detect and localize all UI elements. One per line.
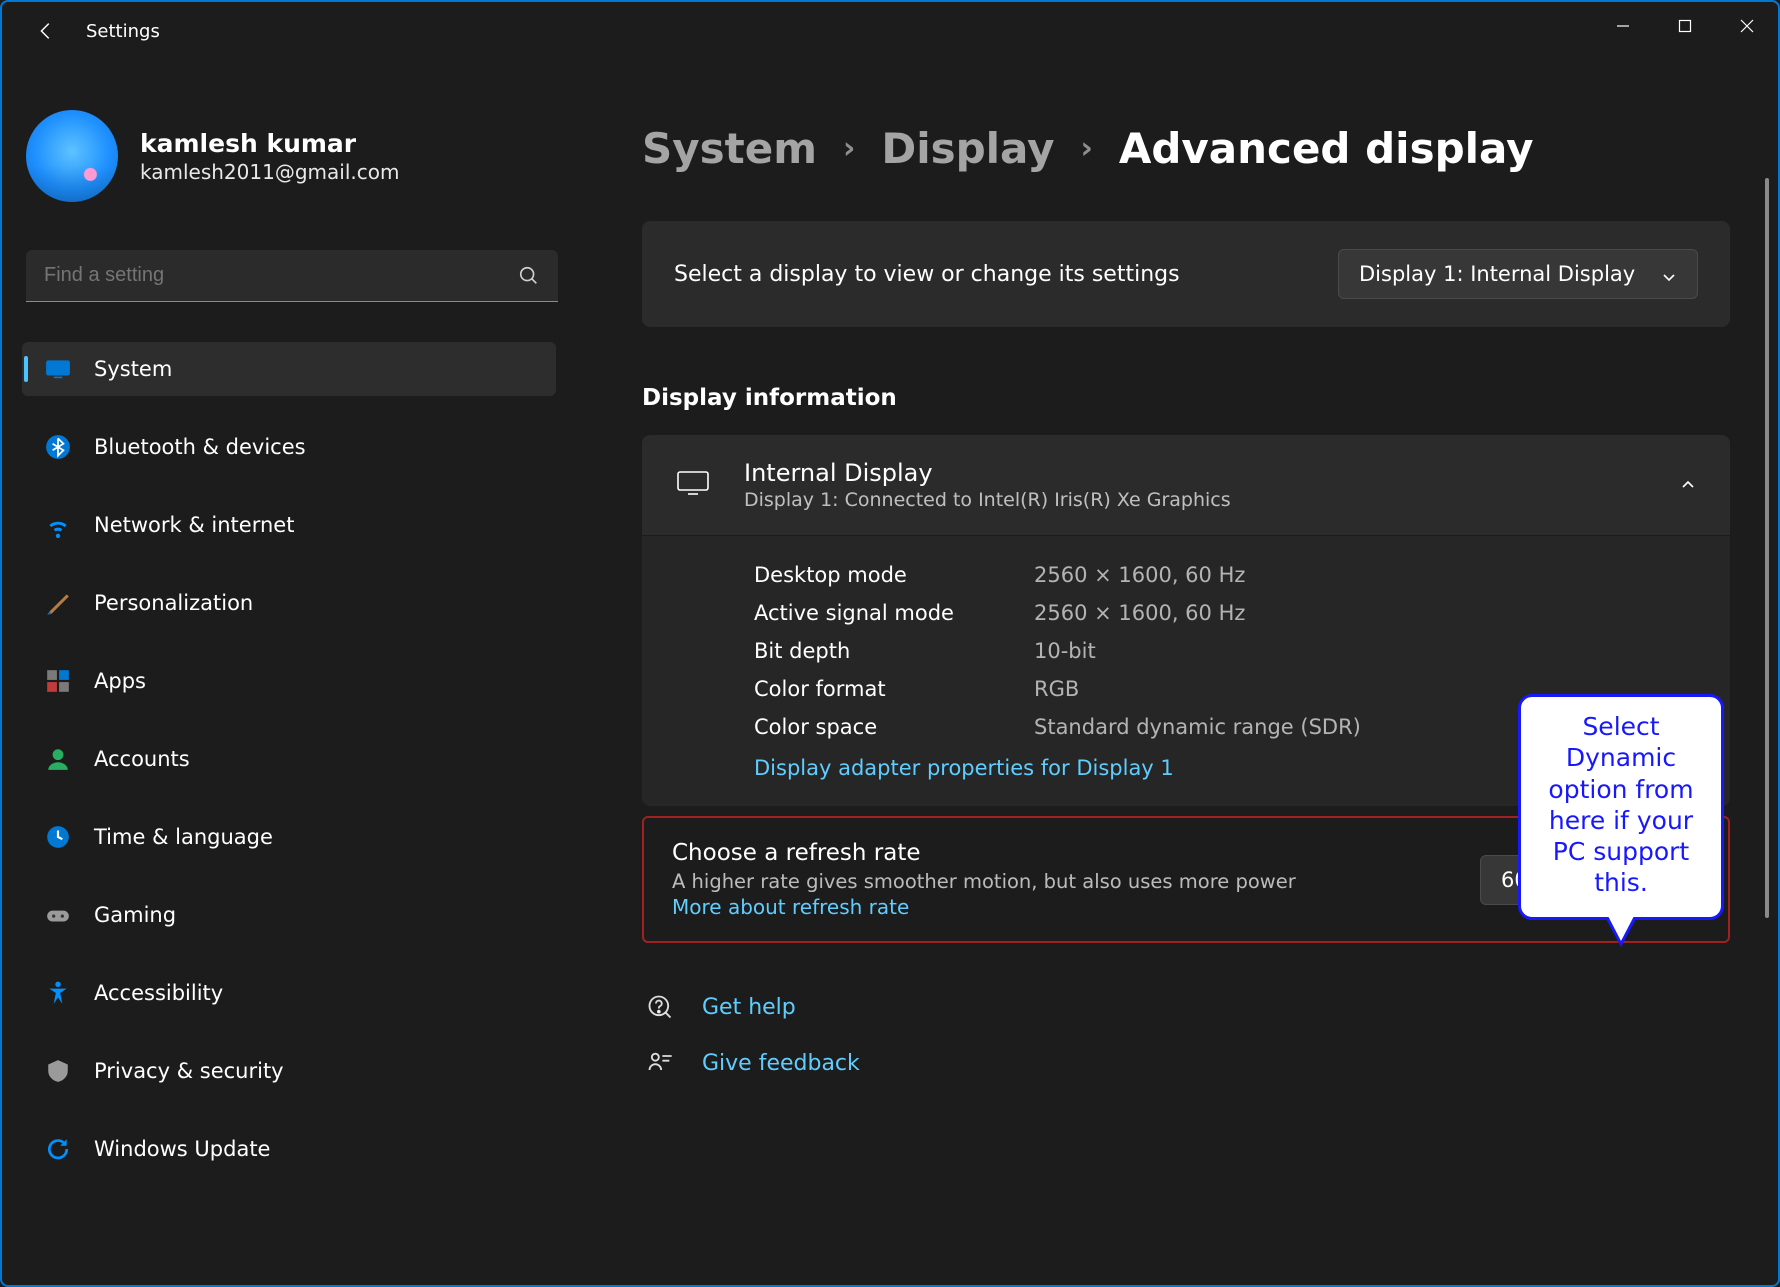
sidebar: kamlesh kumar kamlesh2011@gmail.com Syst… <box>16 60 576 1271</box>
sidebar-item-system[interactable]: System <box>22 342 556 396</box>
gamepad-icon <box>44 901 72 929</box>
window-controls <box>1592 2 1778 50</box>
sidebar-item-label: Gaming <box>94 903 176 927</box>
info-row: Desktop mode2560 × 1600, 60 Hz <box>754 556 1696 594</box>
profile-email: kamlesh2011@gmail.com <box>140 160 399 184</box>
sidebar-item-label: Windows Update <box>94 1137 270 1161</box>
sidebar-item-accessibility[interactable]: Accessibility <box>22 966 556 1020</box>
breadcrumb: System › Display › Advanced display <box>642 124 1730 173</box>
back-button[interactable] <box>30 15 62 47</box>
sidebar-item-network[interactable]: Network & internet <box>22 498 556 552</box>
accessibility-icon <box>44 979 72 1007</box>
apps-icon <box>44 667 72 695</box>
main-content: System › Display › Advanced display Sele… <box>576 60 1764 1271</box>
sidebar-item-time-language[interactable]: Time & language <box>22 810 556 864</box>
display-name: Internal Display <box>744 459 1231 487</box>
person-icon <box>44 745 72 773</box>
update-icon <box>44 1135 72 1163</box>
sidebar-item-label: System <box>94 357 172 381</box>
search-input[interactable] <box>44 264 518 287</box>
breadcrumb-display[interactable]: Display <box>881 124 1054 173</box>
info-row: Active signal mode2560 × 1600, 60 Hz <box>754 594 1696 632</box>
close-button[interactable] <box>1716 2 1778 50</box>
maximize-button[interactable] <box>1654 2 1716 50</box>
titlebar: Settings <box>2 2 1778 60</box>
profile-name: kamlesh kumar <box>140 129 399 158</box>
sidebar-item-label: Accessibility <box>94 981 223 1005</box>
bluetooth-icon <box>44 433 72 461</box>
display-icon <box>44 355 72 383</box>
chevron-right-icon: › <box>1080 131 1092 166</box>
select-display-panel: Select a display to view or change its s… <box>642 221 1730 327</box>
minimize-button[interactable] <box>1592 2 1654 50</box>
chevron-right-icon: › <box>843 131 855 166</box>
display-dropdown-value: Display 1: Internal Display <box>1359 262 1635 286</box>
sidebar-item-privacy[interactable]: Privacy & security <box>22 1044 556 1098</box>
chevron-down-icon <box>1661 266 1677 282</box>
sidebar-item-label: Privacy & security <box>94 1059 284 1083</box>
adapter-properties-link[interactable]: Display adapter properties for Display 1 <box>754 756 1174 780</box>
section-title: Display information <box>642 385 1730 411</box>
get-help-row[interactable]: Get help <box>642 993 1730 1021</box>
monitor-icon <box>676 470 710 500</box>
shield-icon <box>44 1057 72 1085</box>
feedback-icon <box>646 1049 674 1077</box>
paintbrush-icon <box>44 589 72 617</box>
sidebar-item-bluetooth[interactable]: Bluetooth & devices <box>22 420 556 474</box>
chevron-up-icon <box>1680 477 1696 493</box>
annotation-callout: Select Dynamic option from here if your … <box>1518 694 1724 920</box>
sidebar-item-accounts[interactable]: Accounts <box>22 732 556 786</box>
profile-block[interactable]: kamlesh kumar kamlesh2011@gmail.com <box>16 110 576 202</box>
sidebar-item-label: Personalization <box>94 591 253 615</box>
sidebar-item-personalization[interactable]: Personalization <box>22 576 556 630</box>
refresh-subtitle: A higher rate gives smoother motion, but… <box>672 870 1296 893</box>
refresh-more-link[interactable]: More about refresh rate <box>672 895 909 919</box>
sidebar-item-label: Time & language <box>94 825 273 849</box>
avatar <box>26 110 118 202</box>
clock-icon <box>44 823 72 851</box>
info-row: Bit depth10-bit <box>754 632 1696 670</box>
window-title: Settings <box>86 21 160 42</box>
display-connection: Display 1: Connected to Intel(R) Iris(R)… <box>744 489 1231 511</box>
sidebar-item-windows-update[interactable]: Windows Update <box>22 1122 556 1176</box>
wifi-icon <box>44 511 72 539</box>
refresh-title: Choose a refresh rate <box>672 840 1296 866</box>
search-icon <box>518 265 540 287</box>
give-feedback-row[interactable]: Give feedback <box>642 1049 1730 1077</box>
sidebar-item-apps[interactable]: Apps <box>22 654 556 708</box>
sidebar-item-label: Apps <box>94 669 146 693</box>
help-icon <box>646 993 674 1021</box>
sidebar-item-label: Accounts <box>94 747 190 771</box>
get-help-link[interactable]: Get help <box>702 995 796 1020</box>
nav: System Bluetooth & devices Network & int… <box>16 342 576 1176</box>
scrollbar[interactable] <box>1762 68 1772 1271</box>
annotation-text: Select Dynamic option from here if your … <box>1548 712 1693 897</box>
sidebar-item-label: Bluetooth & devices <box>94 435 306 459</box>
display-info-header[interactable]: Internal Display Display 1: Connected to… <box>642 435 1730 535</box>
sidebar-item-gaming[interactable]: Gaming <box>22 888 556 942</box>
scrollbar-thumb[interactable] <box>1765 178 1769 918</box>
search-box[interactable] <box>26 250 558 302</box>
select-display-label: Select a display to view or change its s… <box>674 262 1180 287</box>
display-dropdown[interactable]: Display 1: Internal Display <box>1338 249 1698 299</box>
sidebar-item-label: Network & internet <box>94 513 294 537</box>
breadcrumb-current: Advanced display <box>1119 124 1534 173</box>
breadcrumb-system[interactable]: System <box>642 124 817 173</box>
give-feedback-link[interactable]: Give feedback <box>702 1051 860 1076</box>
